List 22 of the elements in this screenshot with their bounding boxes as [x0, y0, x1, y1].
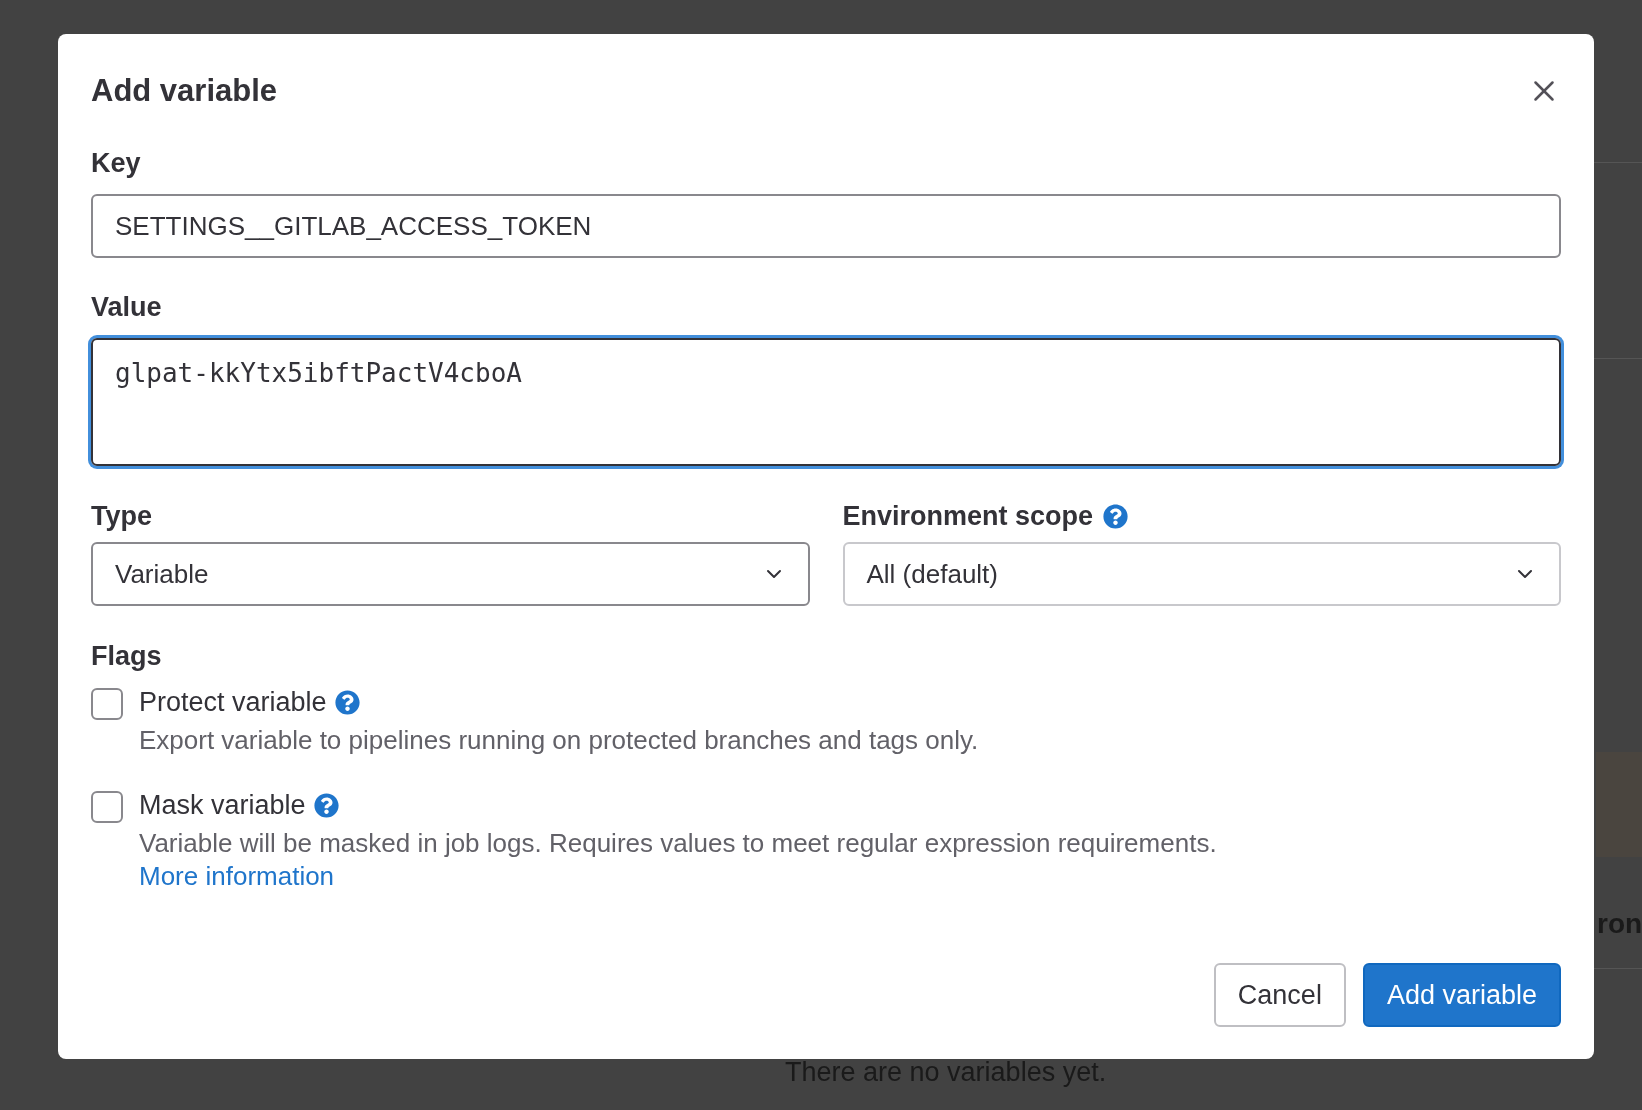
value-field[interactable]: glpat-kkYtx5ibftPactV4cboA: [91, 338, 1561, 466]
field-label: Key: [91, 147, 142, 180]
checkbox[interactable]: [91, 791, 123, 823]
key-field[interactable]: SETTINGS__GITLAB_ACCESS_TOKEN: [91, 194, 1561, 258]
more-information-link[interactable]: More information: [139, 861, 335, 891]
help-icon[interactable]: [334, 689, 360, 715]
section-label: Flags: [91, 640, 163, 673]
help-icon[interactable]: [313, 792, 339, 818]
cancel-button[interactable]: Cancel: [1213, 963, 1346, 1027]
add-variable-button[interactable]: Add variable: [1362, 963, 1561, 1027]
field-label: Environment scope: [842, 499, 1094, 533]
checkbox-label: Mask variable: [139, 788, 306, 822]
flag-description: Export variable to pipelines running on protected branches and tags only.: [139, 724, 979, 757]
field-label: Type: [91, 499, 152, 533]
dialog-title: Add variable: [91, 71, 278, 110]
checkbox[interactable]: [91, 688, 123, 720]
select-dropdown[interactable]: All (default): [842, 542, 1561, 606]
checkbox-label: Protect variable: [139, 685, 327, 719]
field-label: Value: [91, 291, 163, 324]
select-dropdown[interactable]: Variable: [91, 542, 810, 606]
flag-description: Variable will be masked in job logs. Requires values to meet regular expression requirements. More information: [139, 827, 1218, 893]
help-icon[interactable]: [1103, 503, 1129, 529]
